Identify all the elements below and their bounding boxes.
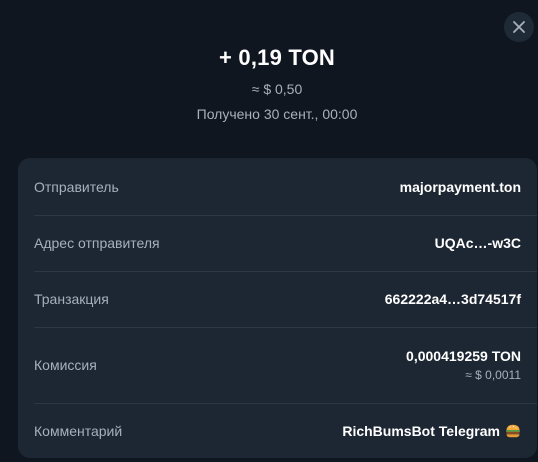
transaction-header: + 0,19 TON ≈ $ 0,50 Получено 30 сент., 0… <box>0 44 538 123</box>
fee-label: Комиссия <box>34 357 97 373</box>
sender-address-label: Адрес отправителя <box>34 235 160 251</box>
fee-fiat: ≈ $ 0,0011 <box>465 368 521 382</box>
comment-value-wrap: RichBumsBot Telegram <box>342 423 521 439</box>
comment-label: Комментарий <box>34 422 123 439</box>
burger-emoji-icon <box>506 424 520 437</box>
fiat-amount: ≈ $ 0,50 <box>251 81 303 97</box>
comment-row: Комментарий RichBumsBot Telegram <box>18 403 537 458</box>
fee-value: 0,000419259 TON <box>406 348 521 364</box>
sender-address-row[interactable]: Адрес отправителя UQAc…-w3C <box>18 215 537 271</box>
close-icon <box>513 21 525 33</box>
transaction-row[interactable]: Транзакция 662222a4…3d74517f <box>18 271 537 327</box>
sender-label: Отправитель <box>34 178 119 195</box>
transaction-label: Транзакция <box>34 291 109 307</box>
sender-row[interactable]: Отправитель majorpayment.ton <box>18 158 537 215</box>
comment-value: RichBumsBot Telegram <box>342 422 500 439</box>
close-button[interactable] <box>504 12 534 42</box>
sender-address-value[interactable]: UQAc…-w3C <box>435 235 521 251</box>
transaction-value[interactable]: 662222a4…3d74517f <box>385 291 521 307</box>
sender-value[interactable]: majorpayment.ton <box>400 179 521 195</box>
amount: + 0,19 TON <box>219 45 335 70</box>
fee-row: Комиссия 0,000419259 TON ≈ $ 0,0011 <box>18 327 537 403</box>
details-card: Отправитель majorpayment.ton Адрес отпра… <box>18 158 537 458</box>
fee-values: 0,000419259 TON ≈ $ 0,0011 <box>406 348 521 382</box>
received-date: Получено 30 сент., 00:00 <box>196 106 358 122</box>
